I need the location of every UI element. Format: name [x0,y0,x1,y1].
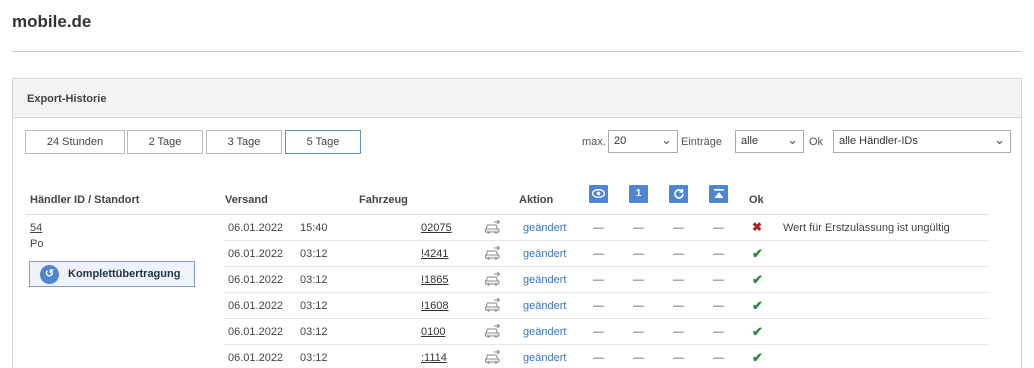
brand-logo: mobile.de [12,12,92,31]
sent-time: 03:12 [300,248,328,260]
status-cell: — [593,326,604,338]
chevron-down-icon: ⌄ [994,132,1005,147]
action-link[interactable]: geändert [523,274,566,286]
status-cell: — [673,222,684,234]
status-cell: — [633,222,644,234]
vehicle-link[interactable]: !1608 [421,300,449,312]
sent-time: 03:12 [300,274,328,286]
sent-time: 03:12 [300,300,328,312]
status-cell: — [713,300,724,312]
sent-date: 06.01.2022 [228,326,284,338]
vehicle-link[interactable]: :1114 [421,352,447,364]
status-cell: — [633,274,644,286]
number-one-icon: 1 [629,185,648,203]
range-2d-button[interactable]: 2 Tage [127,130,203,154]
table-row: 06.01.2022 03:12 !1608 geändert — — — — ✔ [0,293,1034,319]
column-header-sent: Versand [225,194,268,206]
car-transfer-icon [484,218,502,234]
success-check-icon: ✔ [752,246,763,261]
table-row: 06.01.2022 15:40 02075 geändert — — — — ✖ Wert fü… [0,215,1034,241]
max-entries-select[interactable]: 20 ⌄ [608,130,678,153]
dealer-filter-value: alle Händler-IDs [839,135,918,147]
max-label: max. [582,136,606,148]
column-header-action: Aktion [519,194,554,206]
success-check-icon: ✔ [752,324,763,339]
status-cell: — [713,326,724,338]
sent-date: 06.01.2022 [228,222,284,234]
status-cell: — [633,248,644,260]
ok-filter-label: Ok [809,136,824,148]
car-transfer-icon [484,322,502,338]
table-row: 06.01.2022 03:12 !1865 geändert — — — — ✔ [0,267,1034,293]
status-cell: — [713,222,724,234]
dealer-filter-select[interactable]: alle Händler-IDs ⌄ [833,130,1011,153]
car-transfer-icon [484,270,502,286]
status-cell: — [673,352,684,364]
action-link[interactable]: geändert [523,300,566,312]
status-cell: — [633,300,644,312]
sent-time: 03:12 [300,326,328,338]
entries-label: Einträge [681,136,722,148]
status-cell: — [713,352,724,364]
action-link[interactable]: geändert [523,248,566,260]
eye-icon [589,185,608,203]
status-cell: — [633,326,644,338]
chevron-down-icon: ⌄ [787,132,798,147]
error-cross-icon: ✖ [752,220,763,234]
vehicle-link[interactable]: 0100 [421,326,445,338]
status-cell: — [673,248,684,260]
range-24h-button[interactable]: 24 Stunden [25,130,125,154]
sent-date: 06.01.2022 [228,274,284,286]
action-link[interactable]: geändert [523,326,566,338]
sent-time: 03:12 [300,352,328,364]
status-cell: — [713,248,724,260]
refresh-icon [669,185,688,203]
range-5d-button[interactable]: 5 Tage [285,130,361,154]
panel-title: Export-Historie [13,79,1021,118]
status-cell: — [593,352,604,364]
status-cell: — [593,300,604,312]
car-transfer-icon [484,244,502,260]
status-filter-value: alle [741,135,759,147]
success-check-icon: ✔ [752,272,763,287]
range-3d-button[interactable]: 3 Tage [206,130,282,154]
max-entries-value: 20 [614,135,627,147]
table-row: 06.01.2022 03:12 0100 geändert — — — — ✔ [0,319,1034,345]
car-transfer-icon [484,296,502,312]
column-header-vehicle: Fahrzeug [359,194,408,206]
status-cell: — [673,300,684,312]
column-header-dealer: Händler ID / Standort [30,194,140,206]
success-check-icon: ✔ [752,298,763,313]
table-row: 06.01.2022 03:12 !4241 geändert — — — — ✔ [0,241,1034,267]
success-check-icon: ✔ [752,350,763,365]
sent-date: 06.01.2022 [228,300,284,312]
action-link[interactable]: geändert [523,222,566,234]
chevron-down-icon: ⌄ [661,132,672,147]
vehicle-link[interactable]: !1865 [421,274,449,286]
status-cell: — [593,222,604,234]
status-filter-select[interactable]: alle ⌄ [735,130,804,153]
status-cell: — [673,326,684,338]
sent-date: 06.01.2022 [228,352,284,364]
vehicle-link[interactable]: 02075 [421,222,452,234]
status-cell: — [713,274,724,286]
status-cell: — [633,352,644,364]
sent-date: 06.01.2022 [228,248,284,260]
row-message: Wert für Erstzulassung ist ungültig [783,222,950,234]
status-cell: — [593,274,604,286]
action-link[interactable]: geändert [523,352,566,364]
sent-time: 15:40 [300,222,328,234]
table-row: 06.01.2022 03:12 :1114 geändert — — — — ✔ [0,345,1034,368]
column-header-ok: Ok [749,194,764,206]
status-cell: — [673,274,684,286]
vehicle-link[interactable]: !4241 [421,248,449,260]
upload-icon [709,185,728,203]
status-cell: — [593,248,604,260]
header-divider [12,51,1022,52]
car-transfer-icon [484,348,502,364]
